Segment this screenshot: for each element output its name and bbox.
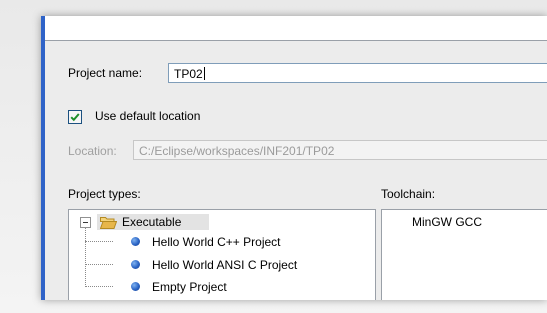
tree-item-executable-label: Executable (122, 215, 182, 229)
project-name-input[interactable]: TP02 (168, 63, 547, 83)
toolchain-item-label: MinGW GCC (412, 215, 482, 229)
tree-item-label: Hello World C++ Project (152, 235, 281, 249)
use-default-location-label[interactable]: Use default location (95, 109, 200, 123)
project-template-icon (131, 282, 140, 291)
tree-item-executable[interactable]: Executable (122, 211, 181, 233)
tree-connector (85, 264, 113, 265)
toolchain-label: Toolchain: (381, 187, 436, 201)
project-name-value: TP02 (174, 67, 203, 81)
location-input[interactable]: C:/Eclipse/workspaces/INF201/TP02 (133, 140, 547, 160)
folder-open-icon (100, 217, 117, 229)
tree-connector-vertical (85, 228, 86, 285)
tree-item-label: Empty Project (152, 280, 227, 294)
location-label: Location: (68, 144, 117, 158)
toolchain-item-mingw[interactable]: MinGW GCC (412, 211, 482, 233)
screenshot-frame: Project name: TP02 Use default location … (0, 0, 547, 313)
tree-item-hello-world-cpp[interactable]: Hello World C++ Project (152, 231, 281, 253)
project-types-label: Project types: (68, 187, 141, 201)
location-value: C:/Eclipse/workspaces/INF201/TP02 (139, 144, 335, 158)
toolchain-list[interactable]: MinGW GCC (381, 209, 547, 300)
checkmark-icon (70, 113, 80, 122)
tree-item-empty-project[interactable]: Empty Project (152, 276, 227, 298)
text-caret (203, 67, 205, 80)
project-template-icon (131, 237, 140, 246)
tree-item-hello-world-ansi-c[interactable]: Hello World ANSI C Project (152, 254, 297, 276)
tree-item-label: Hello World ANSI C Project (152, 258, 298, 272)
dialog-header-strip (41, 16, 547, 41)
use-default-location-checkbox[interactable] (68, 110, 82, 124)
new-project-dialog: Project name: TP02 Use default location … (41, 16, 547, 300)
tree-connector (85, 286, 113, 287)
project-template-icon (131, 260, 140, 269)
collapse-icon[interactable] (80, 217, 91, 228)
project-name-label: Project name: (68, 66, 143, 80)
tree-connector (85, 241, 113, 242)
project-types-tree[interactable]: Executable Hello World C++ Project Hello… (68, 209, 376, 300)
dialog-left-edge (41, 16, 45, 300)
